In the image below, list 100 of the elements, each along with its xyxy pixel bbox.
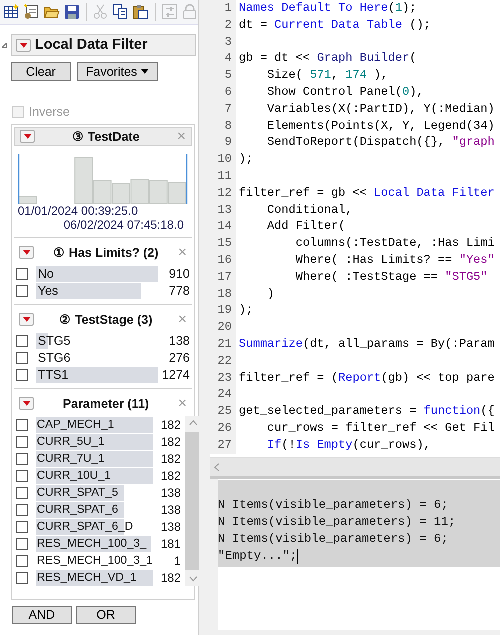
- log-line: "Empty...";: [218, 548, 298, 565]
- line-number: 17: [210, 268, 236, 286]
- caret-icon: [20, 42, 28, 48]
- line-number: 13: [210, 202, 236, 218]
- checkbox[interactable]: [16, 436, 28, 448]
- line-number: 2: [210, 16, 236, 34]
- caret-icon: [24, 134, 32, 139]
- count-label: 910: [168, 266, 191, 280]
- count-label: 276: [168, 350, 191, 364]
- code-line: filter_ref = gb << Local Data Filter: [239, 184, 495, 202]
- and-button[interactable]: AND: [12, 606, 72, 624]
- filter-item[interactable]: CURR_10U_1: [36, 468, 154, 484]
- line-number: 20: [210, 319, 236, 336]
- checkbox[interactable]: [16, 452, 28, 464]
- code-line: );: [239, 151, 254, 168]
- caret-icon: [22, 317, 30, 322]
- checkbox[interactable]: [16, 352, 28, 364]
- menu-button[interactable]: [19, 313, 34, 326]
- table-icon[interactable]: [4, 4, 20, 20]
- checkbox[interactable]: [16, 538, 28, 550]
- code-line: SendToReport(Dispatch({}, "graph: [266, 134, 495, 152]
- menu-button[interactable]: [19, 246, 34, 259]
- line-number: 22: [210, 352, 236, 370]
- line-number: 5: [210, 67, 236, 84]
- line-number: 26: [210, 420, 236, 437]
- checkbox[interactable]: [16, 554, 28, 566]
- script-icon[interactable]: [24, 4, 40, 20]
- code-line: Show Control Panel(0),: [266, 84, 424, 101]
- menu-button[interactable]: [19, 397, 34, 410]
- filter-item[interactable]: TTS1: [36, 366, 158, 382]
- line-number: 3: [210, 34, 236, 50]
- menu-button[interactable]: [16, 38, 31, 52]
- disclosure-icon[interactable]: [2, 42, 7, 48]
- filter-item[interactable]: RES_MECH_100_3_: [36, 536, 154, 552]
- count-label: 138: [160, 520, 182, 534]
- log-pane[interactable]: N Items(visible_parameters) = 6; N Items(visible_parameters) = 11; N Items(visible_parameters) = 6; "Empty...";: [218, 479, 500, 630]
- filter-item[interactable]: RES_MECH_VD_1: [36, 570, 154, 586]
- code-line: );: [239, 302, 254, 320]
- line-number: 24: [210, 386, 236, 404]
- or-button[interactable]: OR: [76, 606, 136, 624]
- code-line: get_selected_parameters = function({: [239, 403, 495, 420]
- code-line: Names Default To Here(1);: [239, 0, 417, 17]
- log-line: N Items(visible_parameters) = 6;: [218, 531, 448, 548]
- checkbox-label: Inverse: [29, 105, 70, 119]
- save-icon[interactable]: [64, 4, 80, 20]
- count-label: 1: [173, 554, 182, 568]
- code-line: Add Filter(: [266, 218, 346, 236]
- count-label: 182: [160, 452, 182, 466]
- count-label: 182: [160, 570, 182, 584]
- line-number: 12: [210, 184, 236, 202]
- code-line: Elements(Points(X, Y, Legend(34): [266, 118, 495, 134]
- count-label: 182: [160, 434, 182, 448]
- checkbox[interactable]: [16, 368, 28, 380]
- code-line: Where( :Has Limits? == "Yes": [294, 252, 495, 269]
- panel-title: Local Data Filter: [35, 37, 148, 53]
- line-number: 23: [210, 370, 236, 386]
- checkbox[interactable]: [16, 334, 28, 346]
- checkbox[interactable]: [16, 470, 28, 482]
- filter-title: ① Has Limits? (2): [52, 245, 160, 260]
- filter-item[interactable]: RES_MECH_100_3_1: [36, 552, 154, 568]
- line-number: 16: [210, 252, 236, 269]
- checkbox[interactable]: [16, 520, 28, 532]
- line-number: 25: [210, 403, 236, 420]
- code-line: Summarize(dt, all_params = By(:Param: [239, 336, 495, 353]
- line-number: 7: [210, 100, 236, 118]
- copy-icon[interactable]: [113, 4, 129, 20]
- filter-item[interactable]: CURR_5U_1: [36, 434, 154, 450]
- range-end-label: 06/02/2024 07:45:18.0: [62, 218, 185, 232]
- filter-title: ③ TestDate: [71, 129, 141, 144]
- line-number: 15: [210, 235, 236, 252]
- paste-icon[interactable]: [133, 4, 149, 20]
- count-label: 138: [160, 486, 182, 500]
- checkbox[interactable]: [16, 504, 28, 516]
- menu-button[interactable]: [20, 130, 35, 143]
- code-line: Size( 571, 174 ),: [266, 67, 388, 84]
- log-line: N Items(visible_parameters) = 11;: [218, 514, 456, 531]
- text-cursor: [297, 549, 298, 564]
- code-line: gb = dt << Graph Builder(: [239, 50, 417, 68]
- filter-item[interactable]: No: [36, 266, 158, 282]
- scrollbar[interactable]: [210, 457, 500, 476]
- checkbox[interactable]: [16, 486, 28, 498]
- filter-item[interactable]: CAP_MECH_1: [36, 416, 154, 432]
- clear-button[interactable]: Clear: [11, 62, 71, 81]
- code-line: Conditional,: [266, 202, 353, 218]
- count-label: 1274: [161, 368, 191, 382]
- checkbox[interactable]: [16, 418, 28, 430]
- script-editor[interactable]: [210, 0, 500, 457]
- caret-icon: [141, 69, 150, 74]
- line-number: 11: [210, 168, 236, 185]
- log-line: N Items(visible_parameters) = 6;: [218, 497, 448, 514]
- filter-item[interactable]: STG6: [36, 350, 158, 366]
- filter-item[interactable]: STG5: [36, 332, 158, 348]
- line-number: 18: [210, 286, 236, 302]
- filter-item[interactable]: CURR_7U_1: [36, 450, 154, 466]
- favorites-button[interactable]: Favorites: [77, 62, 158, 81]
- checkbox[interactable]: [16, 572, 28, 584]
- code-line: Variables(X(:PartID), Y(:Median): [266, 100, 495, 118]
- count-label: 138: [168, 334, 191, 348]
- checkbox[interactable]: [16, 268, 28, 280]
- checkbox[interactable]: [16, 284, 28, 296]
